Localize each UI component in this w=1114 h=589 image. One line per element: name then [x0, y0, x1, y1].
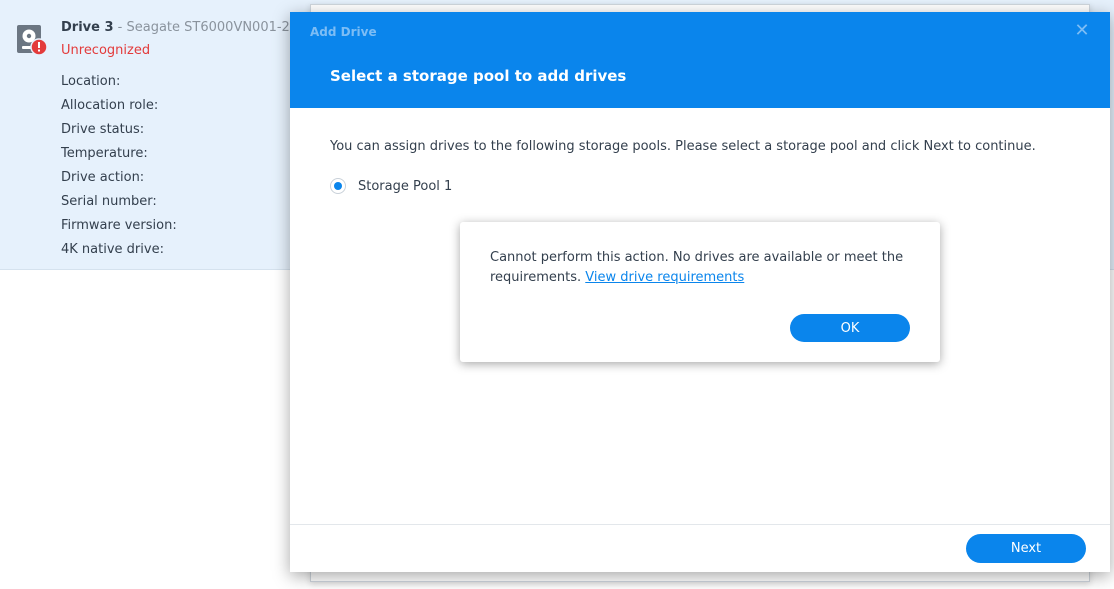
hard-drive-warning-icon: [16, 24, 48, 58]
drive-property-label: Drive action:: [61, 170, 145, 185]
alert-dialog: Cannot perform this action. No drives ar…: [460, 222, 940, 362]
dialog-header: Add Drive ✕ Select a storage pool to add…: [290, 12, 1110, 108]
drive-property-label: Allocation role:: [61, 98, 159, 113]
ok-button[interactable]: OK: [790, 314, 910, 342]
drive-property-label: Serial number:: [61, 194, 157, 209]
storage-pool-option[interactable]: Storage Pool 1: [330, 178, 452, 194]
drive-properties-list: Location: Allocation role: Drive status:…: [61, 74, 177, 266]
close-icon[interactable]: ✕: [1072, 21, 1092, 41]
dialog-description: You can assign drives to the following s…: [330, 139, 1036, 154]
drive-model: Seagate ST6000VN001-2: [126, 20, 290, 35]
drive-name: Drive 3: [61, 20, 114, 35]
dialog-footer: Next: [290, 524, 1110, 572]
next-button[interactable]: Next: [966, 534, 1086, 563]
drive-property-label: Temperature:: [61, 146, 148, 161]
drive-title-separator: -: [113, 20, 127, 35]
drive-property-label: 4K native drive:: [61, 242, 164, 257]
storage-pool-label[interactable]: Storage Pool 1: [358, 179, 452, 194]
view-drive-requirements-link[interactable]: View drive requirements: [585, 270, 744, 285]
drive-property-label: Drive status:: [61, 122, 145, 137]
drive-property-label: Location:: [61, 74, 121, 89]
dialog-heading: Select a storage pool to add drives: [330, 67, 627, 85]
storage-pool-radio[interactable]: [330, 178, 346, 194]
drive-title: Drive 3 - Seagate ST6000VN001-2: [61, 20, 290, 35]
drive-property-label: Firmware version:: [61, 218, 177, 233]
alert-message-container: Cannot perform this action. No drives ar…: [490, 248, 920, 288]
drive-state: Unrecognized: [61, 43, 151, 58]
dialog-window-title: Add Drive: [310, 25, 377, 39]
